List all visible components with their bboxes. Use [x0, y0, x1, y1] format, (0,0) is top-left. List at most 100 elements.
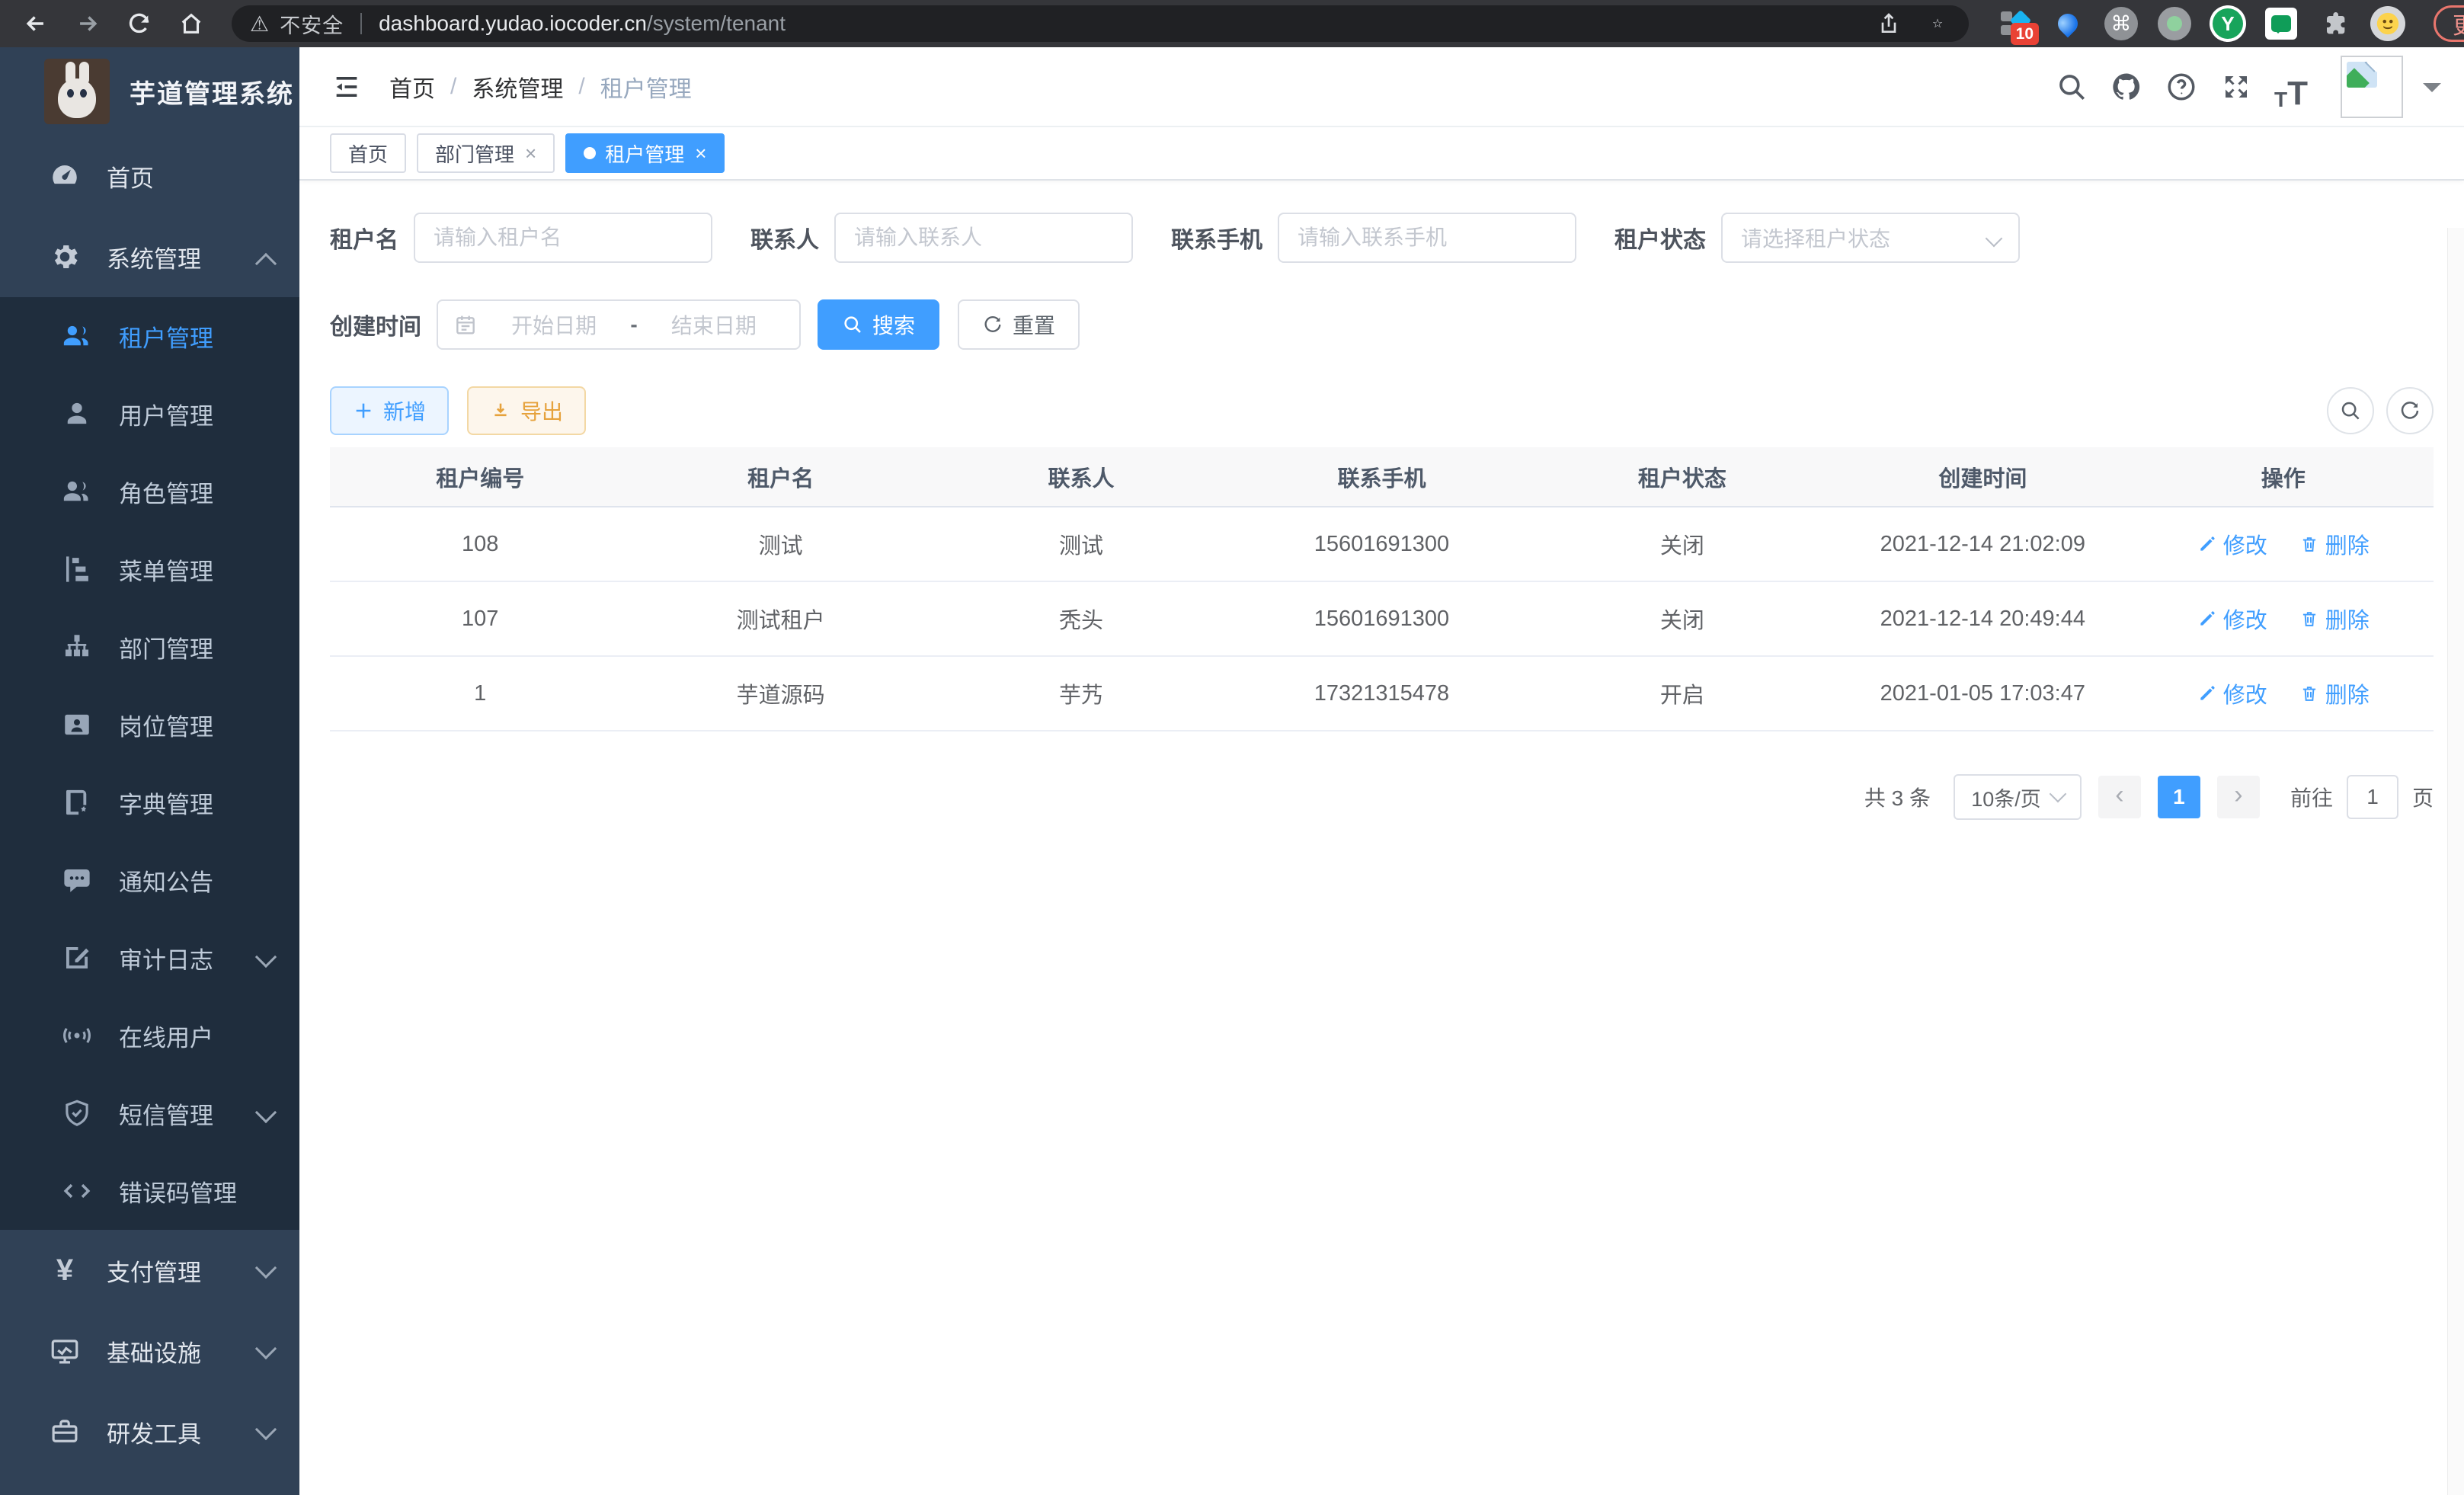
sidebar-item-dict[interactable]: 字典管理 [0, 764, 299, 841]
edit-link[interactable]: 修改 [2197, 603, 2267, 635]
browser-reload-button[interactable] [117, 6, 162, 41]
prev-page-button[interactable]: ‹ [2098, 776, 2141, 818]
font-size-button[interactable]: TT [2267, 63, 2315, 110]
date-range-picker[interactable]: 开始日期 - 结束日期 [437, 299, 801, 350]
export-button[interactable]: 导出 [467, 386, 586, 435]
reload-icon [126, 11, 152, 37]
header-search-button[interactable] [2048, 63, 2095, 110]
sidebar-item-menu[interactable]: 菜单管理 [0, 530, 299, 608]
browser-update-button[interactable]: 更新 [2434, 5, 2464, 42]
reset-button[interactable]: 重置 [958, 299, 1080, 350]
edit-pen-icon [2197, 609, 2217, 629]
sidebar-item-tenant[interactable]: 租户管理 [0, 297, 299, 375]
url-text[interactable]: dashboard.yudao.iocoder.cn/system/tenant [379, 11, 786, 36]
update-label: 更新 [2453, 7, 2464, 40]
broken-image-icon [2347, 62, 2377, 88]
browser-back-button[interactable] [14, 6, 58, 41]
status-placeholder: 请选择租户状态 [1741, 222, 1890, 253]
breadcrumb-system[interactable]: 系统管理 [472, 70, 563, 104]
column-header: 租户状态 [1532, 447, 1832, 507]
sidebar-item-system[interactable]: 系统管理 [0, 216, 299, 297]
breadcrumb-separator: / [578, 74, 584, 100]
mobile-input[interactable] [1278, 213, 1576, 263]
cell-tenant-id: 107 [330, 581, 630, 656]
extensions-menu-button[interactable] [2316, 5, 2353, 42]
delete-link[interactable]: 删除 [2299, 528, 2370, 560]
extension-nucleus-button[interactable] [2156, 5, 2193, 42]
sidebar-fold-button[interactable] [328, 69, 365, 105]
contact-input[interactable] [834, 213, 1133, 263]
tag-home[interactable]: 首页 [330, 133, 406, 173]
sidebar-item-audit-log[interactable]: 审计日志 [0, 919, 299, 997]
cell-contact: 测试 [931, 507, 1231, 581]
sidebar-item-notice[interactable]: 通知公告 [0, 841, 299, 919]
users-icon [59, 474, 94, 509]
extension-y-button[interactable]: Y [2210, 5, 2246, 42]
tag-dept[interactable]: 部门管理× [417, 133, 555, 173]
yen-icon: ¥ [47, 1253, 82, 1288]
sidebar-item-sms[interactable]: 短信管理 [0, 1074, 299, 1152]
address-bar[interactable]: ⚠ 不安全 dashboard.yudao.iocoder.cn/system/… [232, 5, 1969, 42]
avatar[interactable] [2341, 56, 2403, 118]
sidebar-item-role[interactable]: 角色管理 [0, 453, 299, 530]
extension-wallet-button[interactable]: 10 [1996, 5, 2033, 42]
delete-link[interactable]: 删除 [2299, 677, 2370, 709]
start-date-placeholder[interactable]: 开始日期 [484, 309, 624, 340]
cell-actions: 修改 删除 [2133, 656, 2434, 731]
show-search-toggle-button[interactable] [2327, 387, 2374, 434]
breadcrumb-current: 租户管理 [600, 70, 692, 104]
extension-command-button[interactable]: ⌘ [2103, 5, 2139, 42]
sidebar-item-label: 支付管理 [107, 1253, 201, 1288]
refresh-icon [2398, 399, 2421, 422]
bookmark-star-button[interactable]: ☆ [1918, 7, 1957, 40]
sidebar-item-infrastructure[interactable]: 基础设施 [0, 1311, 299, 1391]
sidebar-item-dept[interactable]: 部门管理 [0, 608, 299, 686]
next-page-button[interactable]: › [2217, 776, 2260, 818]
browser-home-button[interactable] [169, 6, 213, 41]
refresh-table-button[interactable] [2386, 387, 2434, 434]
sidebar-item-post[interactable]: 岗位管理 [0, 686, 299, 764]
add-button[interactable]: 新增 [330, 386, 449, 435]
github-icon [2110, 71, 2142, 103]
add-button-label: 新增 [383, 395, 426, 426]
sidebar-item-home[interactable]: 首页 [0, 136, 299, 216]
extension-pin-button[interactable] [2050, 5, 2086, 42]
extension-chat-button[interactable] [2263, 5, 2299, 42]
app-logo-row[interactable]: 芋道管理系统 [0, 47, 299, 136]
edit-link[interactable]: 修改 [2197, 677, 2267, 709]
tenant-name-input[interactable] [414, 213, 712, 263]
edit-link[interactable]: 修改 [2197, 528, 2267, 560]
range-separator: - [630, 312, 637, 337]
chevron-down-icon [255, 946, 277, 968]
tag-close-icon[interactable]: × [695, 143, 706, 163]
sidebar-item-error-code[interactable]: 错误码管理 [0, 1152, 299, 1230]
breadcrumb-home[interactable]: 首页 [389, 70, 435, 104]
delete-link[interactable]: 删除 [2299, 603, 2370, 635]
chevron-down-icon [1986, 230, 2003, 248]
emoji-icon [2370, 6, 2405, 41]
trash-icon [2299, 683, 2319, 703]
tag-close-icon[interactable]: × [525, 143, 536, 163]
dictionary-icon [59, 785, 94, 820]
page-size-select[interactable]: 10条/页 [1954, 774, 2082, 820]
end-date-placeholder[interactable]: 结束日期 [644, 309, 784, 340]
sidebar-item-dev-tools[interactable]: 研发工具 [0, 1391, 299, 1472]
share-button[interactable] [1870, 7, 1908, 40]
fullscreen-button[interactable] [2213, 63, 2260, 110]
sidebar-item-user[interactable]: 用户管理 [0, 375, 299, 453]
sidebar-item-payment[interactable]: ¥ 支付管理 [0, 1230, 299, 1311]
avatar-caret-icon[interactable] [2423, 83, 2441, 101]
help-button[interactable] [2158, 63, 2205, 110]
status-select[interactable]: 请选择租户状态 [1721, 213, 2020, 263]
goto-page-input[interactable] [2347, 775, 2398, 819]
puzzle-icon [2319, 8, 2350, 39]
extension-emoji-button[interactable] [2370, 5, 2406, 42]
current-page-button[interactable]: 1 [2158, 776, 2200, 818]
github-link-button[interactable] [2103, 63, 2150, 110]
search-button[interactable]: 搜索 [818, 299, 939, 350]
sidebar-item-online-users[interactable]: 在线用户 [0, 997, 299, 1074]
browser-forward-button[interactable] [66, 6, 110, 41]
tag-tenant[interactable]: 租户管理× [565, 133, 725, 173]
chevron-up-icon [255, 253, 277, 274]
chevron-down-icon [255, 1419, 277, 1440]
